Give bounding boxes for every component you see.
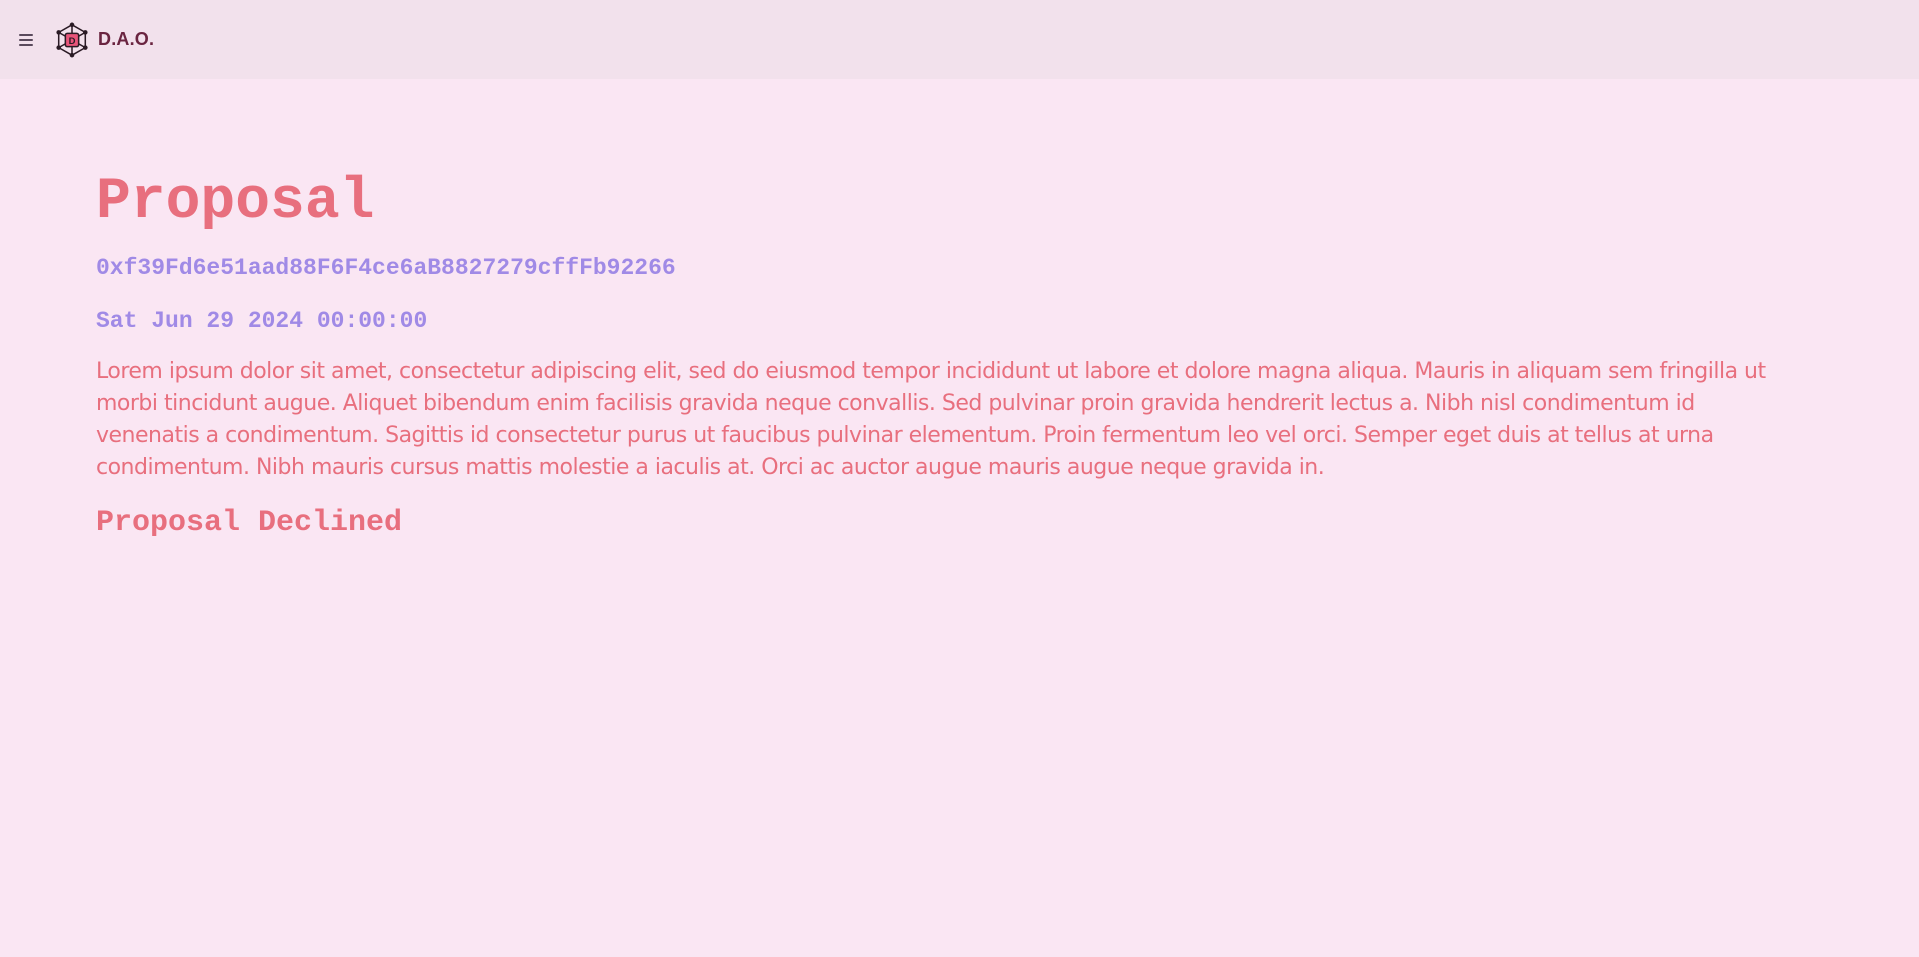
hamburger-menu-icon[interactable] <box>12 26 40 54</box>
proposal-address: 0xf39Fd6e51aad88F6F4ce6aB8827279cffFb922… <box>96 254 676 281</box>
dao-network-logo-graphic: D <box>56 22 88 57</box>
logo-letter: D <box>69 35 76 46</box>
proposal-description: Lorem ipsum dolor sit amet, consectetur … <box>96 358 1766 480</box>
top-app-bar: D D.A.O. <box>0 0 1919 79</box>
proposal-status: Proposal Declined <box>96 505 403 540</box>
proposal-content: Proposal 0xf39Fd6e51aad88F6F4ce6aB882727… <box>0 79 1919 540</box>
dao-network-logo-icon[interactable]: D <box>52 20 92 60</box>
brand-name[interactable]: D.A.O. <box>98 29 154 50</box>
page-title: Proposal <box>96 170 375 235</box>
proposal-date: Sat Jun 29 2024 00:00:00 <box>96 307 428 334</box>
